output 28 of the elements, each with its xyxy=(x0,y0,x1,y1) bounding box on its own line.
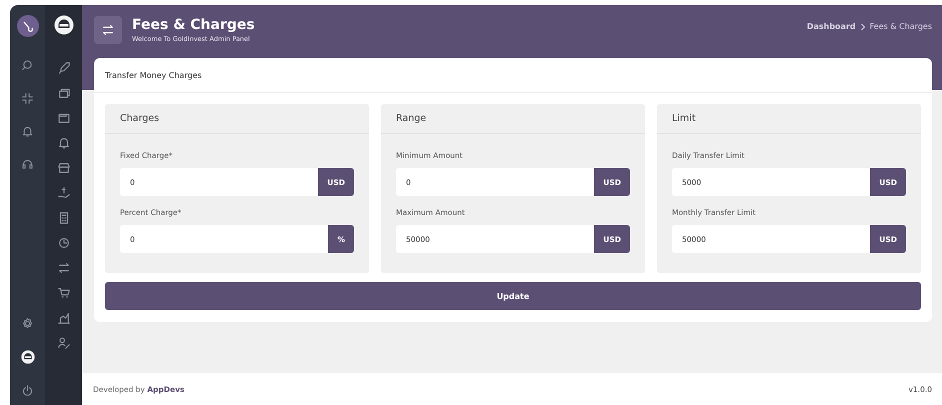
avatar-icon[interactable] xyxy=(20,350,34,364)
store-icon[interactable] xyxy=(56,161,70,175)
logo-icon[interactable] xyxy=(16,15,38,37)
headset-icon[interactable] xyxy=(21,158,34,171)
page-title: Fees & Charges xyxy=(132,16,256,32)
chart-icon[interactable] xyxy=(56,311,70,325)
bell-icon[interactable] xyxy=(56,136,70,150)
section-title: Charges xyxy=(105,104,369,134)
power-icon[interactable] xyxy=(21,384,34,397)
avatar-icon[interactable] xyxy=(54,15,74,35)
transfer-icon xyxy=(101,22,115,36)
cart-icon[interactable] xyxy=(56,286,70,300)
breadcrumb-link[interactable]: Dashboard xyxy=(806,22,856,31)
transfer-icon[interactable] xyxy=(56,261,70,275)
bell-icon[interactable] xyxy=(21,125,34,138)
transfer-button[interactable] xyxy=(94,16,122,44)
settings-icon[interactable] xyxy=(21,317,34,330)
section-title: Limit xyxy=(657,104,921,134)
breadcrumb-current: Fees & Charges xyxy=(870,22,932,31)
update-button[interactable]: Update xyxy=(105,282,921,310)
search-icon[interactable] xyxy=(21,59,34,72)
section-title: Range xyxy=(381,104,645,134)
collapse-icon[interactable] xyxy=(21,92,34,105)
card-title: Transfer Money Charges xyxy=(94,58,932,93)
user-edit-icon[interactable] xyxy=(56,336,70,350)
cards-icon[interactable] xyxy=(56,86,70,100)
chevron-icon xyxy=(860,22,866,30)
clock-icon[interactable] xyxy=(56,236,70,250)
